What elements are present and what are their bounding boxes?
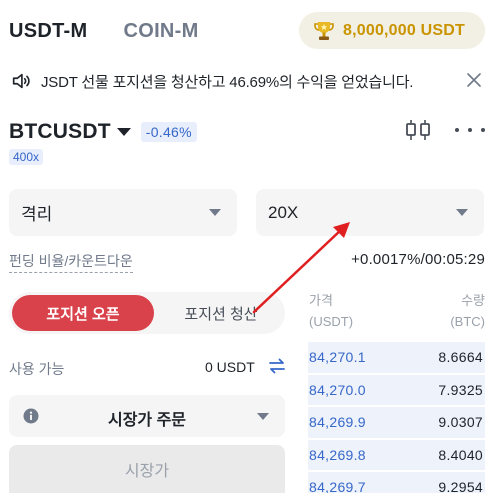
ask-qty: 7.9325	[438, 381, 483, 398]
market-tabs: USDT-M COIN-M	[9, 17, 199, 45]
announcement-bar[interactable]: JSDT 선물 포지션을 청산하고 46.69%의 수익을 얻었습니다.	[9, 67, 489, 95]
orderbook-row[interactable]: 84,270.0 7.9325	[308, 374, 485, 407]
caret-down-icon	[116, 128, 131, 136]
position-tabs: 포지션 오픈 포지션 청산	[9, 292, 285, 334]
tab-coin-m[interactable]: COIN-M	[123, 20, 198, 43]
funding-rate-value: +0.0017%/00:05:29	[351, 251, 485, 268]
order-type-value: 시장가 주문	[107, 412, 187, 429]
tab-open-position[interactable]: 포지션 오픈	[12, 295, 154, 331]
orderbook-row[interactable]: 84,270.1 8.6664	[308, 341, 485, 374]
available-label: 사용 가능	[9, 361, 65, 377]
symbol-name: BTCUSDT	[9, 120, 111, 143]
speaker-icon	[9, 69, 33, 93]
ask-qty: 8.4040	[438, 446, 483, 463]
qty-unit-label: (BTC)	[450, 314, 485, 329]
ask-price: 84,270.0	[309, 381, 366, 398]
symbol-selector[interactable]: BTCUSDT -0.46%	[9, 118, 197, 146]
more-dot	[455, 128, 459, 132]
ask-qty: 9.2954	[438, 479, 483, 493]
dropdown-arrow-icon	[456, 209, 468, 216]
tab-usdt-m[interactable]: USDT-M	[9, 20, 87, 43]
funding-rate-label[interactable]: 펀딩 비율/카운트다운	[9, 251, 133, 273]
leverage-value: 20X	[268, 202, 299, 222]
ask-qty: 8.6664	[438, 349, 483, 366]
orderbook-row[interactable]: 84,269.7 9.2954	[308, 471, 485, 493]
ask-price: 84,269.9	[309, 414, 366, 431]
market-price-field: 시장가	[9, 445, 285, 493]
more-dot	[481, 128, 485, 132]
orderbook-qty-header: 수량 (BTC)	[450, 290, 485, 332]
ask-qty: 9.0307	[438, 414, 483, 431]
prize-pool-button[interactable]: 8,000,000 USDT	[299, 12, 485, 49]
margin-mode-value: 격리	[21, 205, 53, 224]
tab-close-position[interactable]: 포지션 청산	[157, 292, 285, 334]
available-value: 0 USDT	[205, 359, 255, 375]
dropdown-arrow-icon	[209, 209, 221, 216]
more-icon[interactable]	[455, 126, 485, 134]
leverage-select[interactable]: 20X	[256, 189, 484, 236]
ask-price: 84,269.7	[309, 479, 366, 493]
prize-pool-amount: 8,000,000 USDT	[343, 21, 465, 39]
candlestick-chart-icon[interactable]	[404, 118, 432, 142]
transfer-icon[interactable]	[268, 357, 286, 375]
ask-price: 84,270.1	[309, 349, 366, 366]
close-icon[interactable]	[463, 69, 485, 91]
orderbook-row[interactable]: 84,269.8 8.4040	[308, 439, 485, 472]
orderbook-price-header: 가격 (USDT)	[309, 290, 353, 332]
more-dot	[468, 128, 472, 132]
price-header-label: 가격	[309, 293, 333, 308]
max-leverage-badge: 400x	[9, 149, 44, 165]
trophy-icon	[311, 18, 337, 44]
ask-price: 84,269.8	[309, 446, 366, 463]
orderbook-row[interactable]: 84,269.9 9.0307	[308, 406, 485, 439]
margin-mode-select[interactable]: 격리	[9, 189, 237, 236]
announcement-text: JSDT 선물 포지션을 청산하고 46.69%의 수익을 얻었습니다.	[41, 73, 414, 91]
dropdown-arrow-icon	[257, 413, 269, 420]
market-price-label: 시장가	[124, 463, 170, 480]
orderbook-asks: 84,270.1 8.6664 84,270.0 7.9325 84,269.9…	[308, 341, 485, 493]
qty-header-label: 수량	[461, 293, 485, 308]
order-type-select[interactable]: 시장가 주문	[9, 395, 285, 437]
price-unit-label: (USDT)	[309, 314, 354, 329]
price-change-badge: -0.46%	[140, 122, 197, 142]
